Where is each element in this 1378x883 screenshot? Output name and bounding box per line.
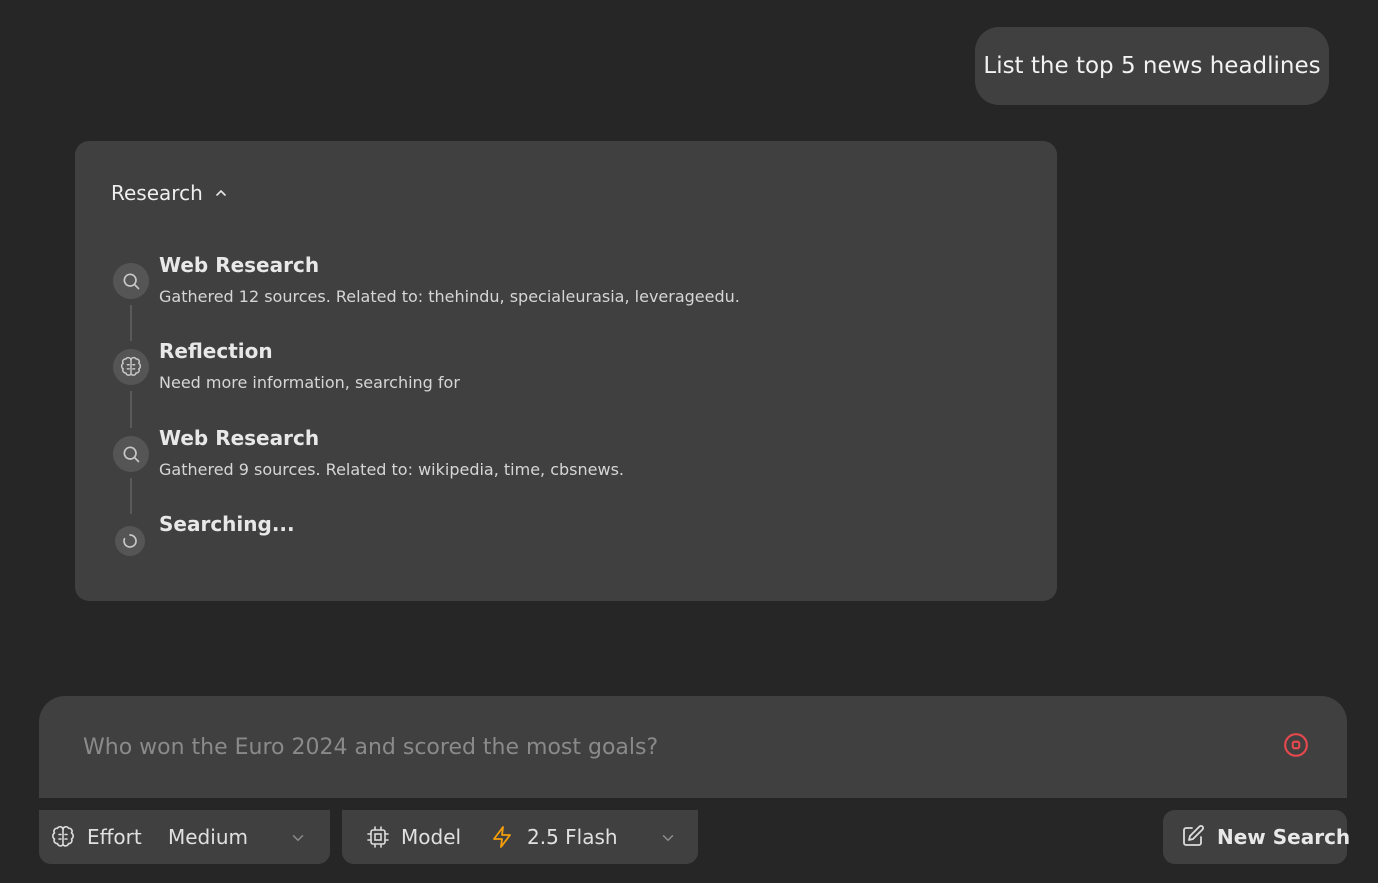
timeline-item-title: Reflection (159, 339, 273, 363)
brain-icon (51, 825, 75, 854)
timeline-connector (130, 478, 132, 514)
chevron-up-icon (213, 185, 229, 201)
cpu-icon (366, 825, 390, 854)
timeline-connector (130, 391, 132, 428)
model-select[interactable]: Model 2.5 Flash (342, 810, 698, 864)
edit-icon (1181, 824, 1205, 853)
stop-circle-icon (1283, 732, 1309, 762)
effort-label: Effort (87, 825, 142, 849)
composer (39, 696, 1347, 798)
timeline-item-title: Web Research (159, 426, 320, 450)
model-value: 2.5 Flash (527, 825, 618, 849)
timeline-connector (130, 305, 132, 341)
new-search-label: New Search (1217, 825, 1351, 849)
chat-page: List the top 5 news headlines Research W… (0, 0, 1378, 883)
timeline-item-description: Gathered 12 sources. Related to: thehind… (159, 287, 740, 306)
model-label: Model (401, 825, 462, 849)
effort-select[interactable]: Effort Medium (39, 810, 330, 864)
timeline-item-title: Web Research (159, 253, 320, 277)
timeline-item-description: Gathered 9 sources. Related to: wikipedi… (159, 460, 624, 479)
stop-button[interactable] (1281, 732, 1311, 762)
lightning-icon (490, 825, 514, 854)
brain-icon (113, 349, 149, 385)
new-search-button[interactable]: New Search (1163, 810, 1351, 864)
timeline-item-description: Need more information, searching for (159, 373, 460, 392)
timeline-item-title: Searching... (159, 512, 295, 536)
chevron-down-icon (659, 828, 677, 852)
search-icon (113, 263, 149, 299)
research-header-label: Research (111, 181, 203, 205)
effort-value: Medium (168, 825, 248, 849)
research-panel: Research Web Research Gathered 12 source… (75, 141, 1057, 601)
research-toggle[interactable]: Research (111, 181, 229, 205)
user-message-bubble: List the top 5 news headlines (975, 27, 1329, 105)
user-message-text: List the top 5 news headlines (983, 53, 1321, 79)
search-icon (113, 436, 149, 472)
chat-input[interactable] (81, 724, 1235, 770)
chevron-down-icon (289, 828, 307, 852)
loader-icon (115, 526, 145, 556)
